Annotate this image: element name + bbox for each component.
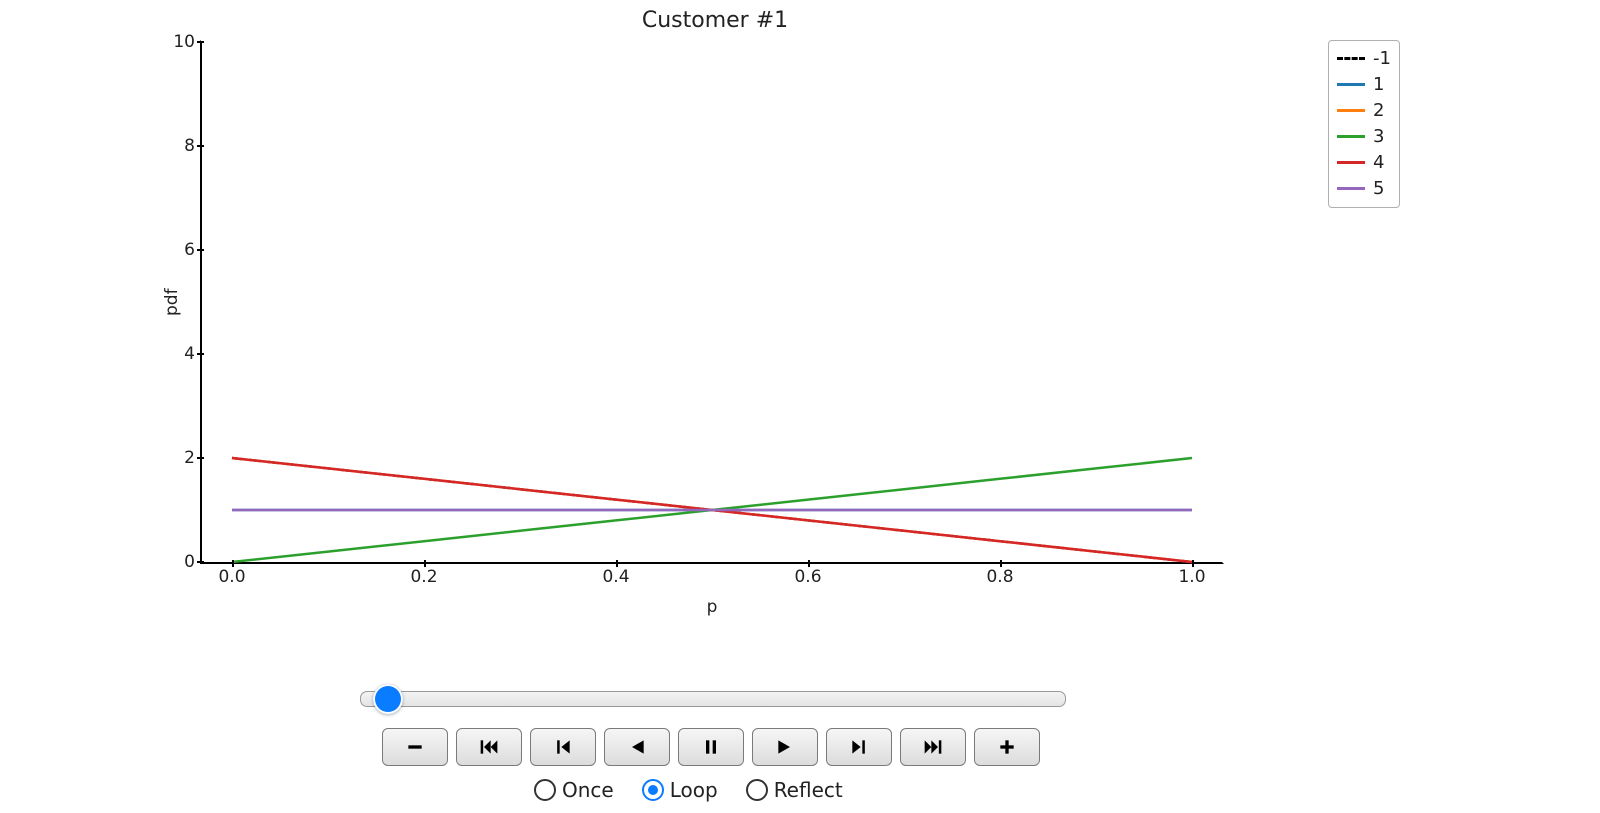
x-tick: 0.0	[202, 567, 262, 587]
last-frame-button[interactable]	[900, 728, 966, 766]
play-button[interactable]	[752, 728, 818, 766]
legend-label: 2	[1373, 100, 1384, 121]
pause-button[interactable]	[678, 728, 744, 766]
plot-svg	[202, 42, 1222, 562]
speed-down-button[interactable]	[382, 728, 448, 766]
animation-button-row	[382, 728, 1040, 766]
legend-entry: 5	[1337, 175, 1391, 201]
reverse-play-button[interactable]	[604, 728, 670, 766]
radio-label: Reflect	[774, 778, 843, 802]
mode-reflect[interactable]: Reflect	[746, 778, 843, 802]
first-frame-button[interactable]	[456, 728, 522, 766]
legend-swatch	[1337, 57, 1365, 60]
legend-label: 5	[1373, 178, 1384, 199]
legend-entry: 3	[1337, 123, 1391, 149]
legend-entry: 2	[1337, 97, 1391, 123]
legend: -1 1 2 3 4 5	[1328, 40, 1400, 208]
radio-icon	[746, 779, 768, 801]
legend-entry: 4	[1337, 149, 1391, 175]
legend-swatch	[1337, 83, 1365, 86]
x-tick: 1.0	[1162, 567, 1222, 587]
play-icon	[771, 737, 799, 757]
radio-icon	[642, 779, 664, 801]
legend-entry: -1	[1337, 45, 1391, 71]
step-forward-icon	[845, 737, 873, 757]
next-frame-button[interactable]	[826, 728, 892, 766]
x-axis-label: p	[202, 597, 1222, 617]
x-tick: 0.2	[394, 567, 454, 587]
y-axis-label: pdf	[162, 42, 182, 562]
legend-label: 3	[1373, 126, 1384, 147]
reverse-play-icon	[623, 737, 651, 757]
legend-swatch	[1337, 109, 1365, 112]
legend-label: 1	[1373, 74, 1384, 95]
slider-thumb[interactable]	[373, 684, 403, 714]
pause-icon	[697, 737, 725, 757]
skip-last-icon	[919, 737, 947, 757]
x-tick: 0.6	[778, 567, 838, 587]
minus-icon	[401, 737, 429, 757]
mode-loop[interactable]: Loop	[642, 778, 718, 802]
plot-axes: 0 2 4 6 8 10 pdf 0.0 0.2 0.4 0.6 0.8 1.0…	[200, 40, 1224, 564]
step-back-icon	[549, 737, 577, 757]
speed-up-button[interactable]	[974, 728, 1040, 766]
x-tick: 0.4	[586, 567, 646, 587]
radio-label: Loop	[670, 778, 718, 802]
legend-swatch	[1337, 187, 1365, 190]
animation-mode-row: Once Loop Reflect	[534, 778, 843, 802]
animation-slider[interactable]	[360, 682, 1066, 716]
chart-area: Customer #1 0 2 4 6 8 10 pdf 0.0 0.2 0.4…	[0, 0, 1430, 640]
radio-icon	[534, 779, 556, 801]
plus-icon	[993, 737, 1021, 757]
legend-entry: 1	[1337, 71, 1391, 97]
mode-once[interactable]: Once	[534, 778, 614, 802]
legend-label: -1	[1373, 48, 1391, 69]
legend-label: 4	[1373, 152, 1384, 173]
skip-first-icon	[475, 737, 503, 757]
legend-swatch	[1337, 135, 1365, 138]
radio-label: Once	[562, 778, 614, 802]
x-tick: 0.8	[970, 567, 1030, 587]
prev-frame-button[interactable]	[530, 728, 596, 766]
chart-title: Customer #1	[0, 8, 1430, 33]
slider-track[interactable]	[360, 691, 1066, 707]
legend-swatch	[1337, 161, 1365, 164]
